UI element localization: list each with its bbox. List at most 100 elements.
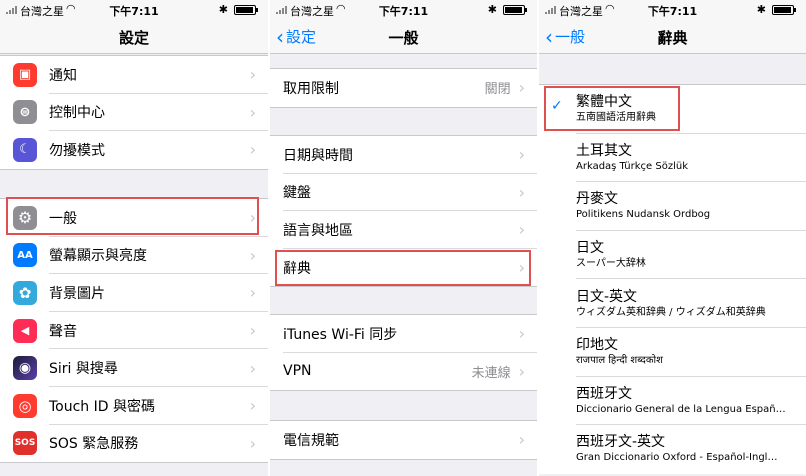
general-group-4: 電信規範 › [270, 420, 537, 460]
status-bar: 台灣之星 ◠ 下午7:11 ✱ [0, 0, 268, 20]
settings-item-label: 控制中心 [49, 105, 105, 122]
notifications-icon: ▣ [13, 62, 37, 87]
dictionary-language: 西班牙文 [576, 385, 632, 402]
page-title: 一般 [388, 29, 419, 47]
dictionary-title: राजपाल हिन्दी शब्दकोश [576, 355, 663, 367]
general-item-label: 取用限制 [283, 80, 339, 97]
chevron-right-icon: › [249, 358, 256, 378]
dictionary-language: 西班牙文-英文 [576, 434, 666, 451]
chevron-right-icon: › [249, 245, 256, 265]
settings-item-touch-id[interactable]: ◎ Touch ID 與密碼 › [0, 387, 268, 425]
dictionary-language: 丹麥文 [576, 191, 618, 208]
chevron-right-icon: › [518, 324, 525, 344]
general-item-label: 鍵盤 [283, 185, 311, 202]
settings-item-control-center[interactable]: ⊜ 控制中心 › [0, 94, 268, 132]
settings-item-sounds[interactable]: ◀ 聲音 › [0, 312, 268, 350]
settings-item-label: Touch ID 與密碼 [49, 398, 155, 415]
general-item-label: 電信規範 [283, 432, 339, 449]
nav-bar: ‹ 設定 一般 [270, 20, 537, 54]
moon-icon: ☾ [13, 137, 37, 162]
general-screen: 台灣之星 ◠ 下午7:11 ✱ ‹ 設定 一般 取用限制 關閉 › 日期與時間 … [270, 0, 537, 476]
page-title: 辭典 [657, 29, 688, 47]
nav-bar: ‹ 一般 辭典 [539, 20, 806, 54]
highlight-box [6, 197, 259, 235]
bluetooth-icon: ✱ [487, 3, 497, 16]
settings-item-label: 聲音 [49, 323, 77, 340]
general-item-label: 日期與時間 [283, 147, 353, 164]
dictionary-language: 印地文 [576, 337, 618, 354]
chevron-right-icon: › [249, 396, 256, 416]
dictionary-item[interactable]: 日文-英文 ウィズダム英和辞典 / ウィズダム和英辞典 [539, 279, 806, 328]
battery-icon [503, 5, 527, 15]
dictionary-item[interactable]: 日文 スーパー大辞林 [539, 231, 806, 280]
battery-icon [234, 5, 258, 15]
chevron-right-icon: › [518, 78, 525, 98]
sound-icon: ◀ [13, 318, 37, 343]
chevron-right-icon: › [518, 145, 525, 165]
dictionary-title: スーパー大辞林 [576, 258, 646, 270]
highlight-box [544, 86, 680, 131]
chevron-right-icon: › [249, 102, 256, 122]
nav-bar: 設定 [0, 20, 268, 54]
chevron-right-icon: › [249, 433, 256, 453]
general-item-date-time[interactable]: 日期與時間 › [270, 136, 537, 174]
sos-icon: SOS [13, 431, 37, 456]
chevron-right-icon: › [249, 321, 256, 341]
settings-item-wallpaper[interactable]: ✿ 背景圖片 › [0, 274, 268, 312]
general-group-3: iTunes Wi-Fi 同步 › VPN 未連線 › [270, 314, 537, 392]
settings-item-display-brightness[interactable]: AA 螢幕顯示與亮度 › [0, 237, 268, 275]
general-item-label: VPN [283, 363, 312, 380]
general-item-regulatory[interactable]: 電信規範 › [270, 421, 537, 459]
general-item-restrictions[interactable]: 取用限制 關閉 › [270, 69, 537, 107]
general-item-language-region[interactable]: 語言與地區 › [270, 211, 537, 249]
dictionary-item[interactable]: 丹麥文 Politikens Nudansk Ordbog [539, 182, 806, 231]
settings-item-siri-search[interactable]: ◉ Siri 與搜尋 › [0, 349, 268, 387]
settings-group-1: ▣ 通知 › ⊜ 控制中心 › ☾ 勿擾模式 › [0, 55, 268, 170]
general-item-value: 未連線 [471, 365, 511, 381]
settings-item-do-not-disturb[interactable]: ☾ 勿擾模式 › [0, 131, 268, 169]
dictionary-language: 土耳其文 [576, 142, 632, 159]
settings-item-notifications[interactable]: ▣ 通知 › [0, 56, 268, 94]
dictionary-item[interactable]: 土耳其文 Arkadaş Türkçe Sözlük [539, 134, 806, 183]
chevron-right-icon: › [518, 182, 525, 202]
dictionary-title: Arkadaş Türkçe Sözlük [576, 160, 688, 172]
general-item-label: 語言與地區 [283, 222, 353, 239]
bluetooth-icon: ✱ [756, 3, 766, 16]
settings-screen: 台灣之星 ◠ 下午7:11 ✱ 設定 ▣ 通知 › ⊜ 控制中心 › ☾ 勿擾模… [0, 0, 268, 476]
settings-item-label: 螢幕顯示與亮度 [49, 248, 147, 265]
dictionary-item[interactable]: 西班牙文-英文 Gran Diccionario Oxford - Españo… [539, 425, 806, 474]
bluetooth-icon: ✱ [218, 3, 228, 16]
chevron-right-icon: › [518, 430, 525, 450]
dictionary-title: ウィズダム英和辞典 / ウィズダム和英辞典 [576, 306, 766, 318]
general-item-value: 關閉 [484, 82, 511, 98]
status-bar: 台灣之星 ◠ 下午7:11 ✱ [539, 0, 806, 20]
dictionary-title: Politikens Nudansk Ordbog [576, 209, 711, 221]
general-item-label: iTunes Wi-Fi 同步 [283, 326, 398, 343]
settings-item-label: Siri 與搜尋 [49, 361, 118, 378]
dictionary-list: ✓ 繁體中文 五南國語活用辭典 土耳其文 Arkadaş Türkçe Sözl… [539, 84, 806, 474]
wallpaper-icon: ✿ [13, 280, 37, 305]
settings-group-2: ⚙ 一般 › AA 螢幕顯示與亮度 › ✿ 背景圖片 › ◀ 聲音 › ◉ Si… [0, 198, 268, 464]
dictionary-item[interactable]: 印地文 राजपाल हिन्दी शब्दकोश [539, 328, 806, 377]
chevron-right-icon: › [518, 220, 525, 240]
fingerprint-icon: ◎ [13, 393, 37, 418]
dictionary-language: 日文-英文 [576, 288, 638, 305]
chevron-right-icon: › [249, 65, 256, 85]
general-item-itunes-wifi-sync[interactable]: iTunes Wi-Fi 同步 › [270, 315, 537, 353]
settings-item-sos[interactable]: SOS SOS 緊急服務 › [0, 425, 268, 463]
siri-icon: ◉ [13, 356, 37, 381]
settings-item-label: 勿擾模式 [49, 142, 105, 159]
status-bar: 台灣之星 ◠ 下午7:11 ✱ [270, 0, 537, 20]
display-brightness-icon: AA [13, 243, 37, 268]
settings-item-label: 通知 [49, 67, 77, 84]
general-item-vpn[interactable]: VPN 未連線 › [270, 353, 537, 391]
settings-item-label: SOS 緊急服務 [49, 436, 139, 453]
dictionary-item[interactable]: 西班牙文 Diccionario General de la Lengua Es… [539, 377, 806, 426]
chevron-right-icon: › [249, 140, 256, 160]
general-group-1: 取用限制 關閉 › [270, 68, 537, 108]
dictionary-language: 日文 [576, 240, 604, 257]
chevron-right-icon: › [249, 283, 256, 303]
dictionary-title: Gran Diccionario Oxford - Español-Ingl… [576, 452, 778, 464]
general-item-keyboard[interactable]: 鍵盤 › [270, 174, 537, 212]
dictionary-title: Diccionario General de la Lengua Españ… [576, 403, 786, 415]
